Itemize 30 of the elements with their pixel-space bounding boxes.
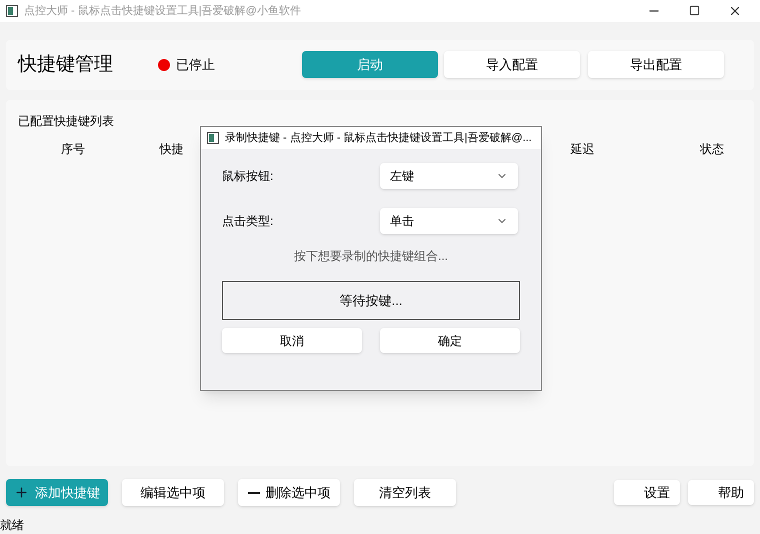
field-label: 鼠标按钮: — [222, 168, 274, 185]
record-button[interactable]: 等待按键... — [222, 281, 520, 320]
column-header: 快捷 — [158, 140, 185, 158]
app-icon — [207, 132, 219, 144]
dialog-button[interactable]: 取消 — [222, 328, 362, 353]
column-header: 序号 — [60, 140, 86, 158]
app-icon — [6, 4, 18, 17]
list-title: 已配置快捷键列表 — [18, 112, 115, 130]
maximize-icon[interactable] — [689, 4, 700, 16]
column-header: 状态 — [699, 140, 726, 158]
toolbar-button[interactable]: 帮助 — [688, 480, 754, 506]
button[interactable]: 导入配置 — [444, 51, 580, 78]
status-text: 就绪 — [0, 517, 24, 534]
toolbar-button[interactable]: 编辑选中项 — [122, 479, 224, 506]
dialog-title: 录制快捷键 - 点控大师 - 鼠标点击快捷键设置工具|吾爱破解@... — [225, 130, 532, 146]
page-title: 快捷键管理 — [18, 52, 114, 77]
dialog-button[interactable]: 确定 — [380, 328, 520, 353]
toolbar-button[interactable]: 清空列表 — [354, 479, 456, 506]
minus-icon — [248, 492, 260, 494]
field-label: 点击类型: — [222, 213, 274, 230]
toolbar-button[interactable]: 删除选中项 — [238, 479, 340, 506]
button[interactable]: 导出配置 — [588, 51, 724, 78]
toolbar-button[interactable]: 设置 — [614, 480, 680, 506]
dropdown[interactable]: 单击 — [380, 208, 518, 234]
status-label: 已停止 — [176, 56, 216, 74]
window-title: 点控大师 - 鼠标点击快捷键设置工具|吾爱破解@小鱼软件 — [24, 4, 301, 19]
column-header: 延迟 — [569, 140, 596, 158]
hint-text: 按下想要录制的快捷键组合... — [292, 248, 449, 265]
dropdown[interactable]: 左键 — [380, 163, 518, 189]
plus-icon — [14, 485, 29, 500]
